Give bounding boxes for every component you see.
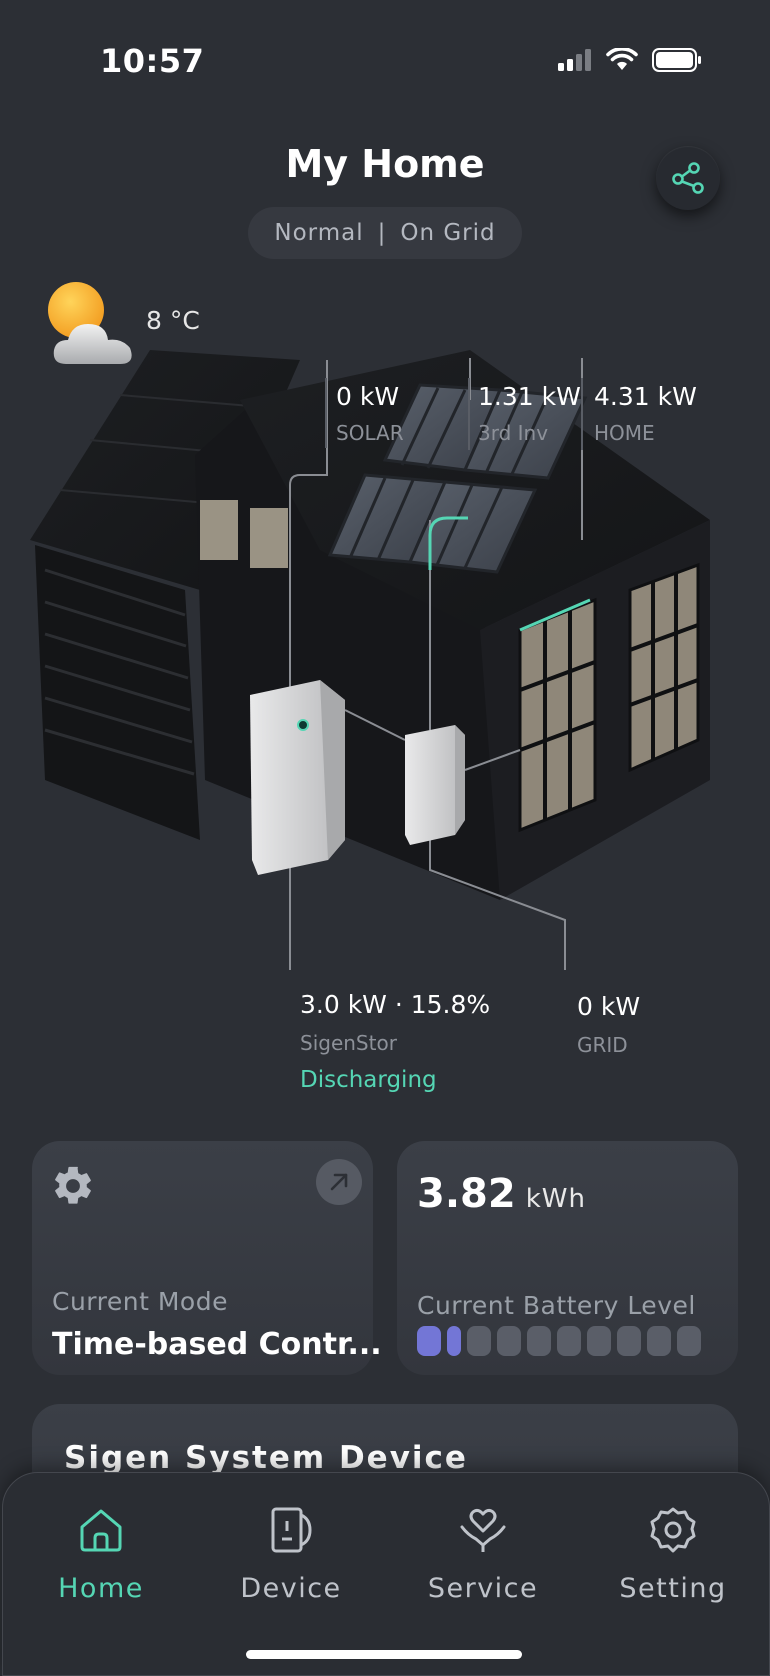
nav-service[interactable]: Service <box>403 1505 563 1604</box>
sigenstor-flow: 3.0 kW · 15.8% SigenStor Discharging <box>300 990 490 1093</box>
home-label: HOME <box>594 421 655 445</box>
share-nodes-icon <box>672 162 704 194</box>
battery-segment <box>527 1326 551 1356</box>
battery-segment <box>447 1326 461 1356</box>
battery-energy-unit: kWh <box>525 1184 586 1214</box>
solar-connector-line <box>325 378 327 448</box>
current-mode-label: Current Mode <box>52 1287 228 1316</box>
battery-segment <box>557 1326 581 1356</box>
cellular-signal-icon <box>558 49 591 71</box>
battery-energy: 3.82 kWh <box>417 1171 586 1217</box>
grid-label: GRID <box>577 1033 628 1057</box>
battery-segment <box>617 1326 641 1356</box>
gear-icon <box>650 1507 696 1553</box>
battery-segment <box>647 1326 671 1356</box>
section-title: Sigen System Device <box>64 1440 468 1476</box>
current-mode-value: Time-based Contr... <box>52 1327 382 1362</box>
battery-segment <box>417 1326 441 1356</box>
page-title: My Home <box>285 142 485 186</box>
sigenstor-power-value: 3.0 kW · 15.8% <box>300 990 491 1019</box>
grid-status: On Grid <box>400 220 496 246</box>
battery-level-label: Current Battery Level <box>417 1291 696 1320</box>
nav-home-label: Home <box>58 1573 144 1604</box>
service-heart-icon <box>460 1508 506 1552</box>
battery-segment <box>467 1326 491 1356</box>
nav-setting[interactable]: Setting <box>593 1505 753 1604</box>
battery-segment <box>497 1326 521 1356</box>
home-connector-line <box>581 378 583 450</box>
current-mode-card[interactable]: Current Mode Time-based Contr... <box>32 1141 382 1375</box>
status-time: 10:57 <box>100 42 205 80</box>
home-indicator <box>246 1650 522 1659</box>
solar-power-value: 0 kW <box>336 382 400 411</box>
nav-service-label: Service <box>427 1573 539 1604</box>
battery-level-bar <box>417 1326 701 1356</box>
grid-flow: 0 kW GRID <box>577 992 640 1057</box>
topology-share-button[interactable] <box>656 146 720 210</box>
third-inverter-label: 3rd Inv <box>478 421 549 445</box>
battery-segment <box>587 1326 611 1356</box>
temperature: 8 °C <box>146 306 200 335</box>
open-mode-button[interactable] <box>316 1159 362 1205</box>
sigenstor-label: SigenStor <box>300 1031 397 1055</box>
battery-icon <box>652 48 701 72</box>
third-inv-connector-line <box>468 378 470 450</box>
third-inverter-power-value: 1.31 kW <box>478 382 581 411</box>
home-flow: 4.31 kW HOME <box>594 382 697 445</box>
nav-home[interactable]: Home <box>21 1505 181 1604</box>
bottom-navigation: Home Device Service Setting <box>2 1472 770 1676</box>
operating-mode: Normal <box>274 220 364 246</box>
wifi-icon <box>606 48 638 70</box>
status-icons <box>558 48 702 72</box>
battery-segment <box>677 1326 701 1356</box>
nav-device-label: Device <box>240 1573 342 1604</box>
status-separator: | <box>377 220 387 246</box>
gear-icon <box>55 1166 91 1204</box>
battery-level-card[interactable]: 3.82 kWh Current Battery Level <box>397 1141 738 1375</box>
device-icon <box>271 1507 312 1553</box>
solar-label: SOLAR <box>336 421 404 445</box>
system-status-pill: Normal | On Grid <box>248 207 522 259</box>
grid-power-value: 0 kW <box>577 992 641 1021</box>
third-inverter-flow: 1.31 kW 3rd Inv <box>478 382 581 445</box>
home-icon <box>80 1509 122 1552</box>
home-power-value: 4.31 kW <box>594 382 697 411</box>
battery-energy-value: 3.82 <box>417 1171 516 1217</box>
sigenstor-state: Discharging <box>300 1067 437 1093</box>
solar-flow: 0 kW SOLAR <box>336 382 404 445</box>
nav-setting-label: Setting <box>619 1573 727 1604</box>
arrow-up-right-icon <box>330 1173 348 1191</box>
nav-device[interactable]: Device <box>211 1505 371 1604</box>
